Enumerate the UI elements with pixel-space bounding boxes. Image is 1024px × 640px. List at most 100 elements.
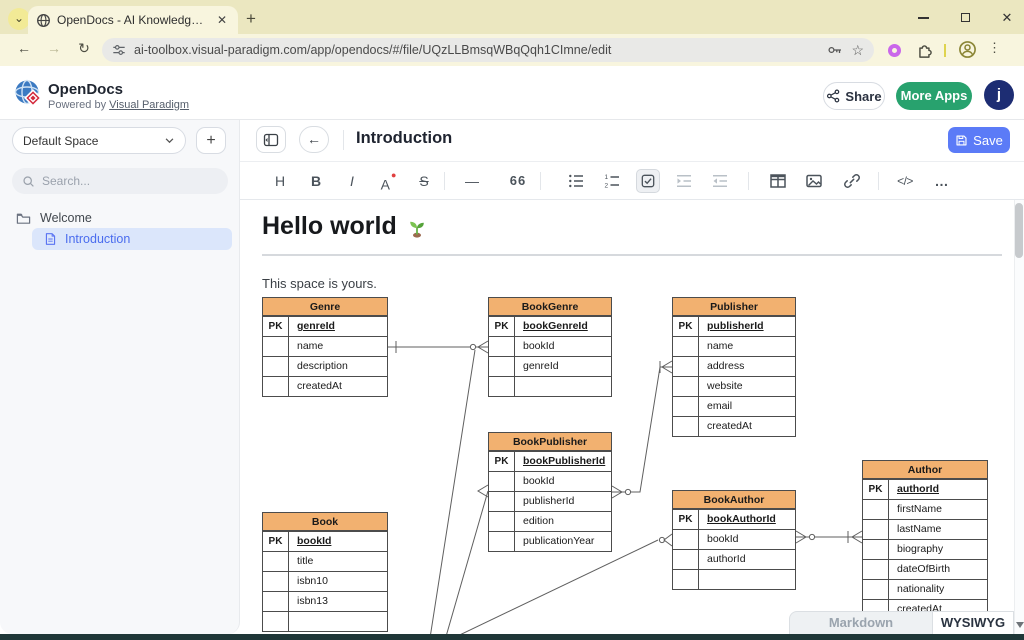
indent-icon: [676, 173, 692, 189]
browser-back-button[interactable]: ←: [12, 40, 36, 60]
numbered-list-button[interactable]: 1 2: [600, 169, 624, 193]
erd-row: address: [673, 356, 795, 376]
browser-tab[interactable]: OpenDocs - AI Knowledge Base ✕: [28, 6, 238, 34]
outdent-icon: [712, 173, 728, 189]
window-maximize-button[interactable]: [950, 8, 980, 28]
toolbar-more-button[interactable]: …: [930, 169, 954, 193]
sidebar-item-label: Welcome: [40, 211, 92, 225]
erd-field-cell: genreId: [515, 357, 611, 376]
browser-menu-icon[interactable]: ⋮: [988, 40, 1001, 56]
sidebar-item-introduction[interactable]: Introduction: [32, 228, 232, 250]
erd-field-cell: dateOfBirth: [889, 560, 987, 579]
outdent-button[interactable]: [708, 169, 732, 193]
erd-table-genre: GenrePKgenreIdnamedescriptioncreatedAt: [262, 297, 388, 397]
italic-button[interactable]: I: [340, 169, 364, 193]
share-button[interactable]: Share: [823, 82, 885, 110]
erd-pk-cell: [489, 377, 515, 396]
erd-row: name: [673, 336, 795, 356]
search-icon: [22, 175, 35, 188]
heading-button[interactable]: H: [268, 169, 292, 193]
page-title: Introduction: [356, 129, 452, 148]
erd-row: [263, 611, 387, 631]
font-color-button[interactable]: A●: [376, 169, 400, 193]
add-space-button[interactable]: +: [196, 127, 226, 154]
site-settings-tune-icon[interactable]: [112, 43, 126, 57]
erd-pk-cell: [263, 592, 289, 611]
extensions-puzzle-icon[interactable]: [916, 41, 934, 59]
erd-field-cell: name: [289, 337, 387, 356]
erd-pk-cell: [673, 397, 699, 416]
space-selector-dropdown[interactable]: Default Space: [12, 127, 186, 154]
password-key-icon[interactable]: [827, 42, 843, 58]
visual-paradigm-link[interactable]: Visual Paradigm: [109, 99, 189, 111]
sidebar: [0, 120, 240, 634]
link-button[interactable]: [840, 169, 864, 193]
erd-row: createdAt: [673, 416, 795, 436]
bold-button[interactable]: B: [304, 169, 328, 193]
address-bar[interactable]: ai-toolbox.visual-paradigm.com/app/opend…: [102, 38, 874, 62]
table-button[interactable]: [766, 169, 790, 193]
erd-pk-cell: PK: [263, 532, 289, 551]
window-close-button[interactable]: ✕: [992, 8, 1022, 28]
tab-wysiwyg[interactable]: WYSIWYG: [933, 611, 1014, 634]
toolbar-divider: [878, 172, 879, 190]
editor-content[interactable]: Hello world This space is yours.: [240, 200, 1014, 634]
erd-row: lastName: [863, 519, 987, 539]
tab-search-chevron-icon[interactable]: ⌄: [8, 8, 30, 30]
tab-favicon-globe-icon: [36, 13, 51, 28]
bullet-list-button[interactable]: [564, 169, 588, 193]
erd-row: authorId: [673, 549, 795, 569]
new-tab-button[interactable]: +: [246, 9, 256, 29]
svg-text:2: 2: [605, 183, 609, 190]
profile-avatar-icon[interactable]: [958, 40, 977, 59]
erd-row: publisherId: [489, 491, 611, 511]
collapse-sidebar-button[interactable]: [256, 126, 286, 153]
code-button[interactable]: </>: [893, 169, 917, 193]
content-scrollbar[interactable]: [1014, 200, 1024, 634]
extension-ring-icon[interactable]: [888, 44, 901, 57]
svg-text:1: 1: [605, 174, 609, 181]
browser-forward-button[interactable]: →: [42, 40, 66, 60]
scrollbar-down-arrow-icon[interactable]: [1016, 622, 1024, 628]
erd-field-cell: bookId: [699, 530, 795, 549]
more-apps-button[interactable]: More Apps: [896, 82, 972, 110]
bookmark-star-icon[interactable]: ☆: [851, 43, 864, 57]
erd-table-title: BookPublisher: [489, 433, 611, 451]
erd-pk-cell: [863, 500, 889, 519]
erd-row: dateOfBirth: [863, 559, 987, 579]
erd-row: PKbookPublisherId: [489, 451, 611, 471]
blockquote-button[interactable]: 66: [506, 169, 530, 193]
erd-pk-cell: [489, 532, 515, 551]
erd-field-cell: lastName: [889, 520, 987, 539]
erd-pk-cell: [673, 357, 699, 376]
share-nodes-icon: [826, 89, 840, 103]
erd-pk-cell: [673, 337, 699, 356]
task-list-button[interactable]: [636, 169, 660, 193]
search-box[interactable]: [12, 168, 228, 194]
font-color-glyph: A: [381, 177, 390, 193]
chevron-down-icon: [164, 135, 175, 146]
indent-button[interactable]: [672, 169, 696, 193]
sidebar-item-label: Introduction: [65, 232, 130, 246]
browser-reload-button[interactable]: ↻: [72, 40, 96, 60]
strikethrough-button[interactable]: S: [412, 169, 436, 193]
erd-table-bookpublisher: BookPublisherPKbookPublisherIdbookIdpubl…: [488, 432, 612, 552]
erd-row: bookId: [489, 336, 611, 356]
numbered-list-icon: 1 2: [604, 173, 620, 189]
tab-markdown[interactable]: Markdown: [789, 611, 933, 634]
save-label: Save: [973, 133, 1003, 148]
scrollbar-thumb[interactable]: [1015, 203, 1023, 258]
image-button[interactable]: [802, 169, 826, 193]
back-button[interactable]: ←: [299, 126, 329, 153]
search-input[interactable]: [42, 174, 202, 188]
erd-field-cell: firstName: [889, 500, 987, 519]
erd-pk-cell: PK: [863, 480, 889, 499]
toolbar-divider: [944, 44, 946, 57]
tab-close-icon[interactable]: ✕: [214, 13, 230, 27]
save-button[interactable]: Save: [948, 127, 1010, 153]
sidebar-item-welcome[interactable]: Welcome: [16, 208, 226, 228]
window-minimize-button[interactable]: [908, 8, 938, 28]
horizontal-rule-button[interactable]: —: [460, 169, 484, 193]
erd-row: publicationYear: [489, 531, 611, 551]
user-avatar[interactable]: j: [984, 80, 1014, 110]
